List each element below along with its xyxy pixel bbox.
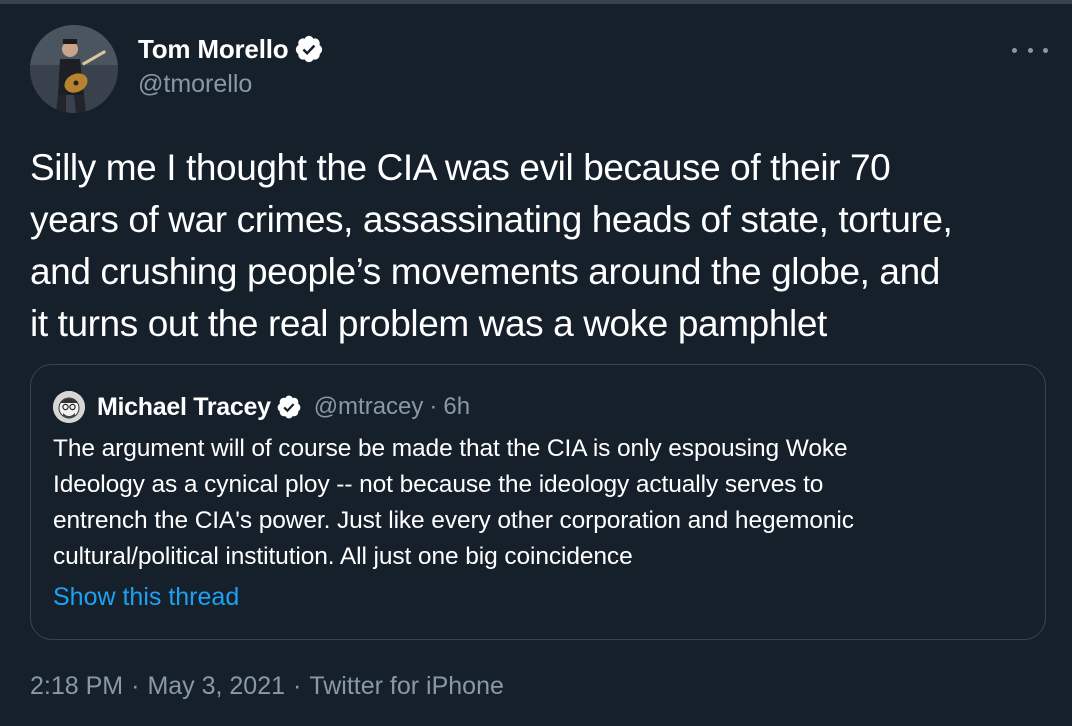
quoted-tweet-header: Michael Tracey @mtracey · 6h (97, 391, 470, 423)
quoted-text-line: entrench the CIA's power. Just like ever… (53, 507, 854, 534)
footer-separator: · (131, 672, 140, 700)
more-dot-icon (1043, 47, 1048, 53)
cartoon-face-icon (53, 391, 85, 423)
verified-badge-icon (296, 35, 323, 63)
more-dot-icon (1027, 47, 1033, 53)
tweet-text-line: Silly me I thought the CIA was evil beca… (30, 147, 891, 188)
quoted-text-line: cultural/political institution. All just… (53, 543, 633, 570)
quoted-tweet-card[interactable]: Michael Tracey @mtracey · 6h The argumen… (30, 364, 1046, 640)
tweet-text: Silly me I thought the CIA was evil beca… (30, 142, 1060, 350)
author-handle[interactable]: @tmorello (138, 70, 252, 99)
quoted-text-line: Ideology as a cynical ploy -- not becaus… (53, 471, 824, 498)
quoted-timestamp: 6h (443, 393, 471, 420)
tweet-text-line: it turns out the real problem was a woke… (30, 303, 827, 344)
guitarist-photo-icon (30, 25, 118, 113)
author-display-name[interactable]: Tom Morello (138, 34, 289, 65)
more-options-button[interactable] (1012, 38, 1048, 62)
quoted-display-name: Michael Tracey (97, 392, 271, 421)
author-name-row[interactable]: Tom Morello (138, 32, 324, 66)
tweet-page: Tom Morello @tmorello Silly me I thought… (0, 0, 1072, 726)
quoted-text-line: The argument will of course be made that… (53, 435, 848, 462)
tweet-date[interactable]: May 3, 2021 (147, 672, 285, 701)
quoted-tweet-text: The argument will of course be made that… (53, 431, 1033, 575)
quoted-handle: @mtracey (313, 393, 424, 420)
tweet-text-line: years of war crimes, assassinating heads… (30, 199, 953, 240)
quoted-author-avatar (53, 391, 85, 423)
tweet-source[interactable]: Twitter for iPhone (309, 672, 504, 701)
top-divider (0, 0, 1072, 4)
footer-separator: · (293, 672, 302, 700)
more-dot-icon (1012, 47, 1017, 53)
author-avatar[interactable] (30, 25, 118, 113)
show-thread-link[interactable]: Show this thread (53, 583, 239, 612)
tweet-text-line: and crushing people’s movements around t… (30, 251, 940, 292)
verified-badge-icon (277, 395, 301, 419)
quoted-separator: · (429, 393, 438, 420)
tweet-time[interactable]: 2:18 PM (30, 672, 123, 701)
tweet-metadata: 2:18 PM · May 3, 2021 · Twitter for iPho… (30, 672, 504, 701)
